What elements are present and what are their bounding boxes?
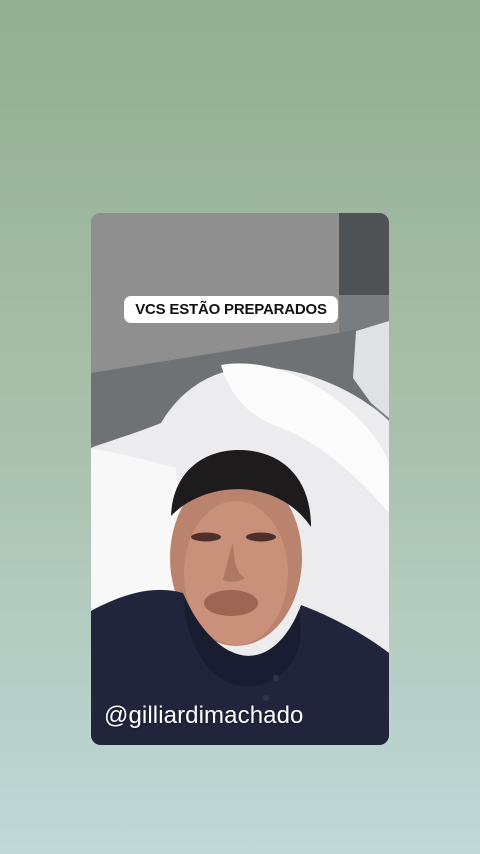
story-video-frame [91,213,389,745]
story-video-card[interactable]: VCS ESTÃO PREPARADOS @gilliardimachado [91,213,389,745]
story-caption-badge: VCS ESTÃO PREPARADOS [124,296,338,323]
story-username[interactable]: @gilliardimachado [104,701,304,731]
story-caption-text: VCS ESTÃO PREPARADOS [135,301,327,318]
